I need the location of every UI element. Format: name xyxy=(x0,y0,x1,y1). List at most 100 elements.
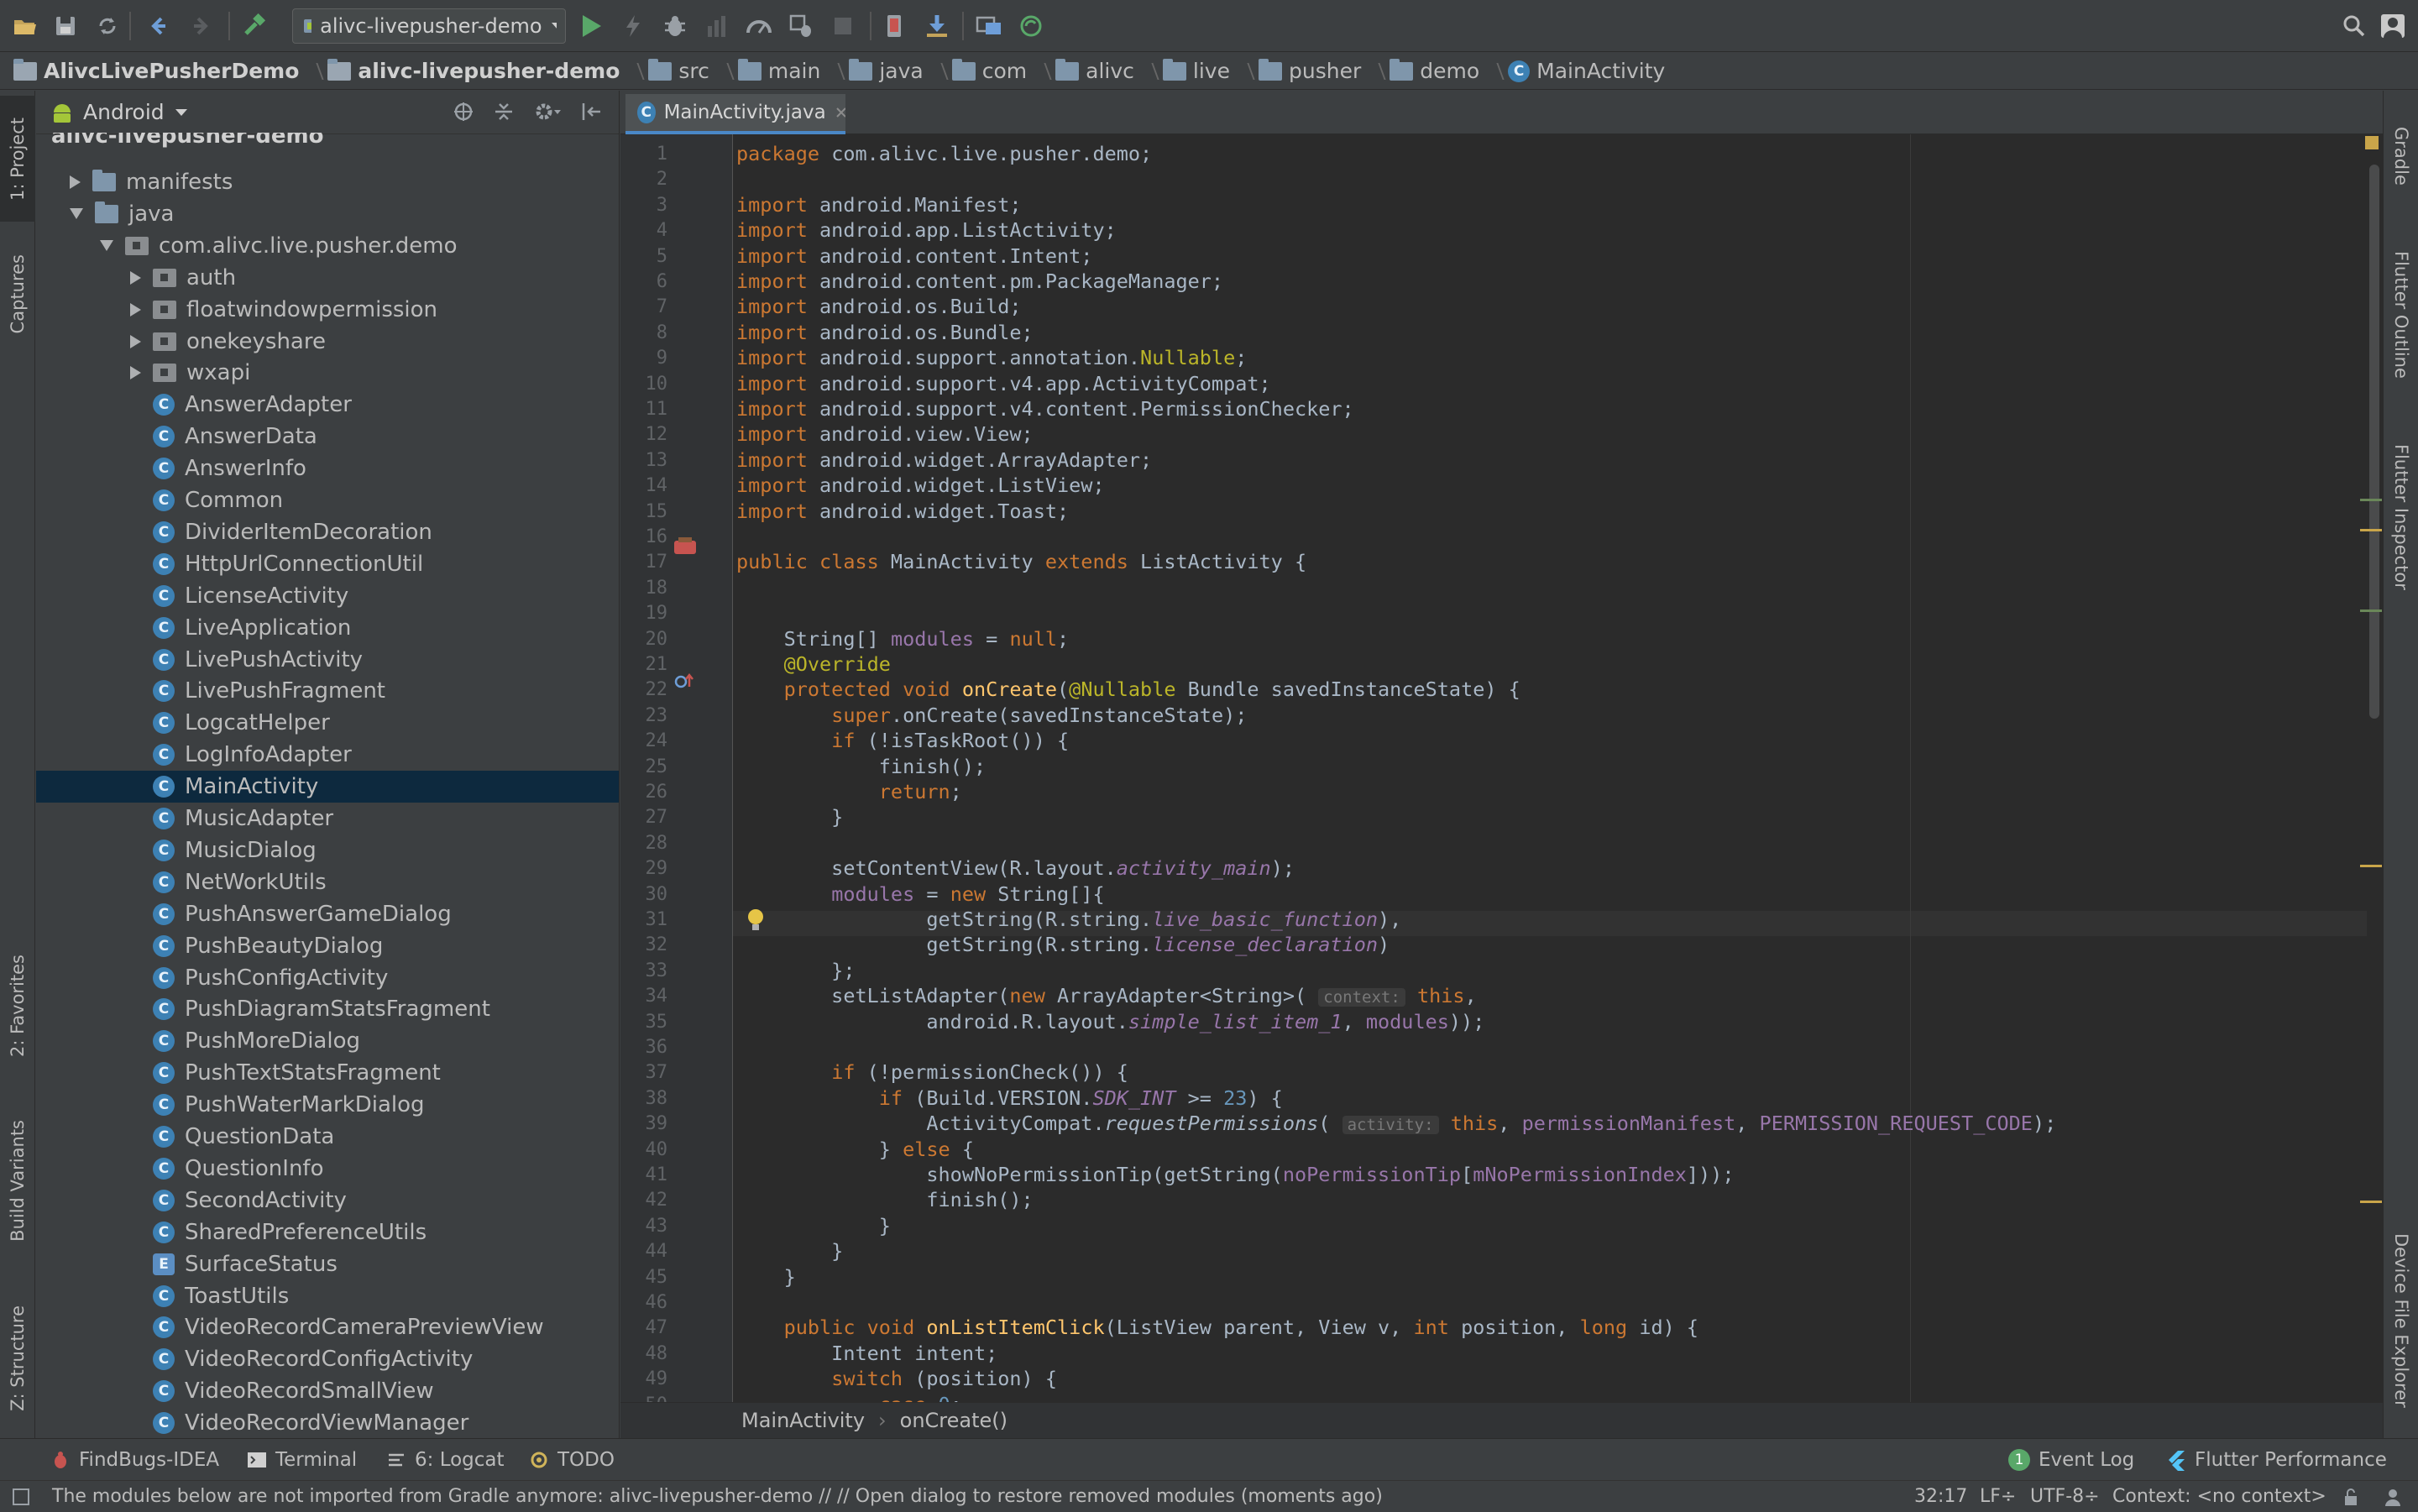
code-line[interactable]: android.R.layout.simple_list_item_1, mod… xyxy=(736,1009,1484,1034)
code-line[interactable]: import android.view.View; xyxy=(736,421,1034,447)
status-message[interactable]: The modules below are not imported from … xyxy=(52,1481,1383,1512)
tree-item-pushtextstatsfragment[interactable]: C PushTextStatsFragment xyxy=(36,1057,619,1089)
collapsed-arrow-icon[interactable] xyxy=(70,175,81,189)
tree-item-licenseactivity[interactable]: C LicenseActivity xyxy=(36,580,619,612)
code-line[interactable]: } xyxy=(736,1213,891,1238)
tree-item-sharedpreferenceutils[interactable]: C SharedPreferenceUtils xyxy=(36,1216,619,1248)
code-line[interactable]: import android.content.pm.PackageManager… xyxy=(736,269,1223,294)
tree-item-videorecordviewmanager[interactable]: C VideoRecordViewManager xyxy=(36,1407,619,1438)
hector-icon[interactable] xyxy=(2383,1481,2403,1512)
gradle-sync-icon[interactable] xyxy=(1016,11,1046,41)
breadcrumb-item[interactable]: C MainActivity xyxy=(1508,59,1672,83)
code-line[interactable]: } else { xyxy=(736,1137,974,1162)
code-line[interactable]: import android.os.Bundle; xyxy=(736,320,1034,345)
expanded-arrow-icon[interactable] xyxy=(100,240,113,252)
toggle-tool-windows-icon[interactable] xyxy=(12,1481,30,1512)
tool-tab-flutter-outline[interactable]: Flutter Outline xyxy=(2384,227,2418,403)
chevron-down-icon[interactable] xyxy=(175,107,188,118)
code-editor[interactable]: 1 2 3 4 5 6 7 8 9 10 11 12 13 14 15 16 17 18 19 20 21 22 23 24 2… xyxy=(620,134,2383,1402)
tool-tab-build-variants[interactable]: Build Variants xyxy=(0,1096,35,1264)
code-line[interactable]: import android.Manifest; xyxy=(736,192,1022,217)
sdk-manager-icon[interactable] xyxy=(922,11,952,41)
code-line[interactable]: import android.support.v4.content.Permis… xyxy=(736,396,1354,421)
editor-crumb-class[interactable]: MainActivity xyxy=(741,1409,865,1432)
tool-tab-findbugs[interactable]: FindBugs-IDEA xyxy=(50,1439,219,1481)
sync-icon[interactable] xyxy=(92,11,123,41)
code-line[interactable]: finish(); xyxy=(736,754,986,779)
tree-item-videorecordsmallview[interactable]: C VideoRecordSmallView xyxy=(36,1375,619,1407)
code-line[interactable]: ActivityCompat.requestPermissions( activ… xyxy=(736,1111,2056,1136)
project-structure-icon[interactable] xyxy=(974,11,1004,41)
code-line[interactable]: if (!permissionCheck()) { xyxy=(736,1059,1128,1085)
code-line[interactable]: } xyxy=(736,1238,843,1263)
tree-item-wxapi[interactable]: wxapi xyxy=(36,357,619,389)
make-project-hammer-icon[interactable] xyxy=(240,11,270,41)
tree-item-divideritemdecoration[interactable]: C DividerItemDecoration xyxy=(36,516,619,548)
code-line[interactable]: package com.alivc.live.pusher.demo; xyxy=(736,141,1152,166)
collapsed-arrow-icon[interactable] xyxy=(130,270,141,285)
code-line[interactable]: import android.support.v4.app.ActivityCo… xyxy=(736,371,1271,396)
code-line[interactable]: modules = new String[]{ xyxy=(736,882,1104,907)
code-line[interactable]: String[] modules = null; xyxy=(736,626,1070,651)
save-all-icon[interactable] xyxy=(50,11,81,41)
tree-item-loginfoadapter[interactable]: C LogInfoAdapter xyxy=(36,739,619,771)
tree-item-musicdialog[interactable]: C MusicDialog xyxy=(36,834,619,866)
code-line[interactable]: }; xyxy=(736,958,855,983)
tree-item-networkutils[interactable]: C NetWorkUtils xyxy=(36,866,619,898)
code-line[interactable]: getString(R.string.license_declaration) xyxy=(736,932,1390,957)
hide-panel-icon[interactable] xyxy=(580,101,602,123)
collapsed-arrow-icon[interactable] xyxy=(130,302,141,317)
tree-item-videorecordcamerapreviewview[interactable]: C VideoRecordCameraPreviewView xyxy=(36,1311,619,1343)
tree-item-pushanswergamedialog[interactable]: C PushAnswerGameDialog xyxy=(36,898,619,930)
tree-item-secondactivity[interactable]: C SecondActivity xyxy=(36,1185,619,1216)
editor-scrollbar-thumb[interactable] xyxy=(2369,165,2379,719)
tree-item-pushdiagramstatsfragment[interactable]: C PushDiagramStatsFragment xyxy=(36,993,619,1025)
tool-tab-terminal[interactable]: Terminal xyxy=(247,1439,357,1481)
code-line[interactable]: } xyxy=(736,1264,796,1290)
breadcrumb-item[interactable]: demo xyxy=(1390,58,1486,83)
breadcrumb-item[interactable]: alivc xyxy=(1055,58,1141,83)
breadcrumb-item[interactable]: AlivcLivePusherDemo xyxy=(13,58,306,83)
close-tab-icon[interactable] xyxy=(835,106,845,119)
breadcrumb-item[interactable]: com xyxy=(951,58,1034,83)
open-folder-icon[interactable] xyxy=(10,11,40,41)
change-marker[interactable] xyxy=(2360,610,2382,612)
collapsed-arrow-icon[interactable] xyxy=(130,334,141,348)
tree-item-liveapplication[interactable]: C LiveApplication xyxy=(36,612,619,644)
tree-item-onekeyshare[interactable]: onekeyshare xyxy=(36,326,619,358)
tool-tab-project[interactable]: 1: Project xyxy=(0,96,35,222)
run-gutter-icon[interactable] xyxy=(673,536,698,556)
breadcrumb-item[interactable]: live xyxy=(1162,58,1237,83)
editor-tab-mainactivity[interactable]: C MainActivity.java xyxy=(625,94,845,134)
tool-tab-structure[interactable]: Z: Structure xyxy=(0,1283,35,1434)
tree-item-toastutils[interactable]: C ToastUtils xyxy=(36,1280,619,1312)
code-line[interactable]: if (Build.VERSION.SDK_INT >= 23) { xyxy=(736,1086,1283,1111)
code-line[interactable]: @Override xyxy=(736,651,891,677)
debug-icon[interactable] xyxy=(660,11,690,41)
change-marker[interactable] xyxy=(2360,499,2382,501)
editor-crumb-method[interactable]: onCreate() xyxy=(900,1409,1008,1432)
code-line[interactable]: return; xyxy=(736,779,962,804)
tree-item-questioninfo[interactable]: C QuestionInfo xyxy=(36,1153,619,1185)
tree-item-auth[interactable]: auth xyxy=(36,262,619,294)
code-line[interactable]: import android.widget.ListView; xyxy=(736,473,1105,498)
code-line[interactable]: public class MainActivity extends ListAc… xyxy=(736,549,1306,574)
tree-item-com-alivc-live-pusher-demo[interactable]: com.alivc.live.pusher.demo xyxy=(36,230,619,262)
code-line[interactable]: protected void onCreate(@Nullable Bundle… xyxy=(736,677,1520,702)
settings-gear-icon[interactable] xyxy=(533,101,562,123)
tool-tab-captures[interactable]: Captures xyxy=(0,235,35,353)
code-line[interactable]: import android.widget.Toast; xyxy=(736,499,1069,524)
tree-item-pushwatermarkdialog[interactable]: C PushWaterMarkDialog xyxy=(36,1089,619,1121)
code-line[interactable]: setContentView(R.layout.activity_main); xyxy=(736,855,1295,881)
project-view-selector[interactable]: Android xyxy=(83,100,165,124)
forward-icon[interactable] xyxy=(186,11,217,41)
tool-tab-todo[interactable]: TODO xyxy=(529,1439,615,1481)
tree-item-mainactivity[interactable]: C MainActivity xyxy=(36,771,619,803)
tree-item-pushmoredialog[interactable]: C PushMoreDialog xyxy=(36,1025,619,1057)
collapsed-arrow-icon[interactable] xyxy=(130,366,141,380)
tree-item-floatwindowpermission[interactable]: floatwindowpermission xyxy=(36,294,619,326)
code-line[interactable]: setListAdapter(new ArrayAdapter<String>(… xyxy=(736,983,1477,1008)
tree-item-livepushactivity[interactable]: C LivePushActivity xyxy=(36,644,619,676)
tree-item-pushbeautydialog[interactable]: C PushBeautyDialog xyxy=(36,930,619,962)
warning-marker[interactable] xyxy=(2360,1201,2382,1203)
